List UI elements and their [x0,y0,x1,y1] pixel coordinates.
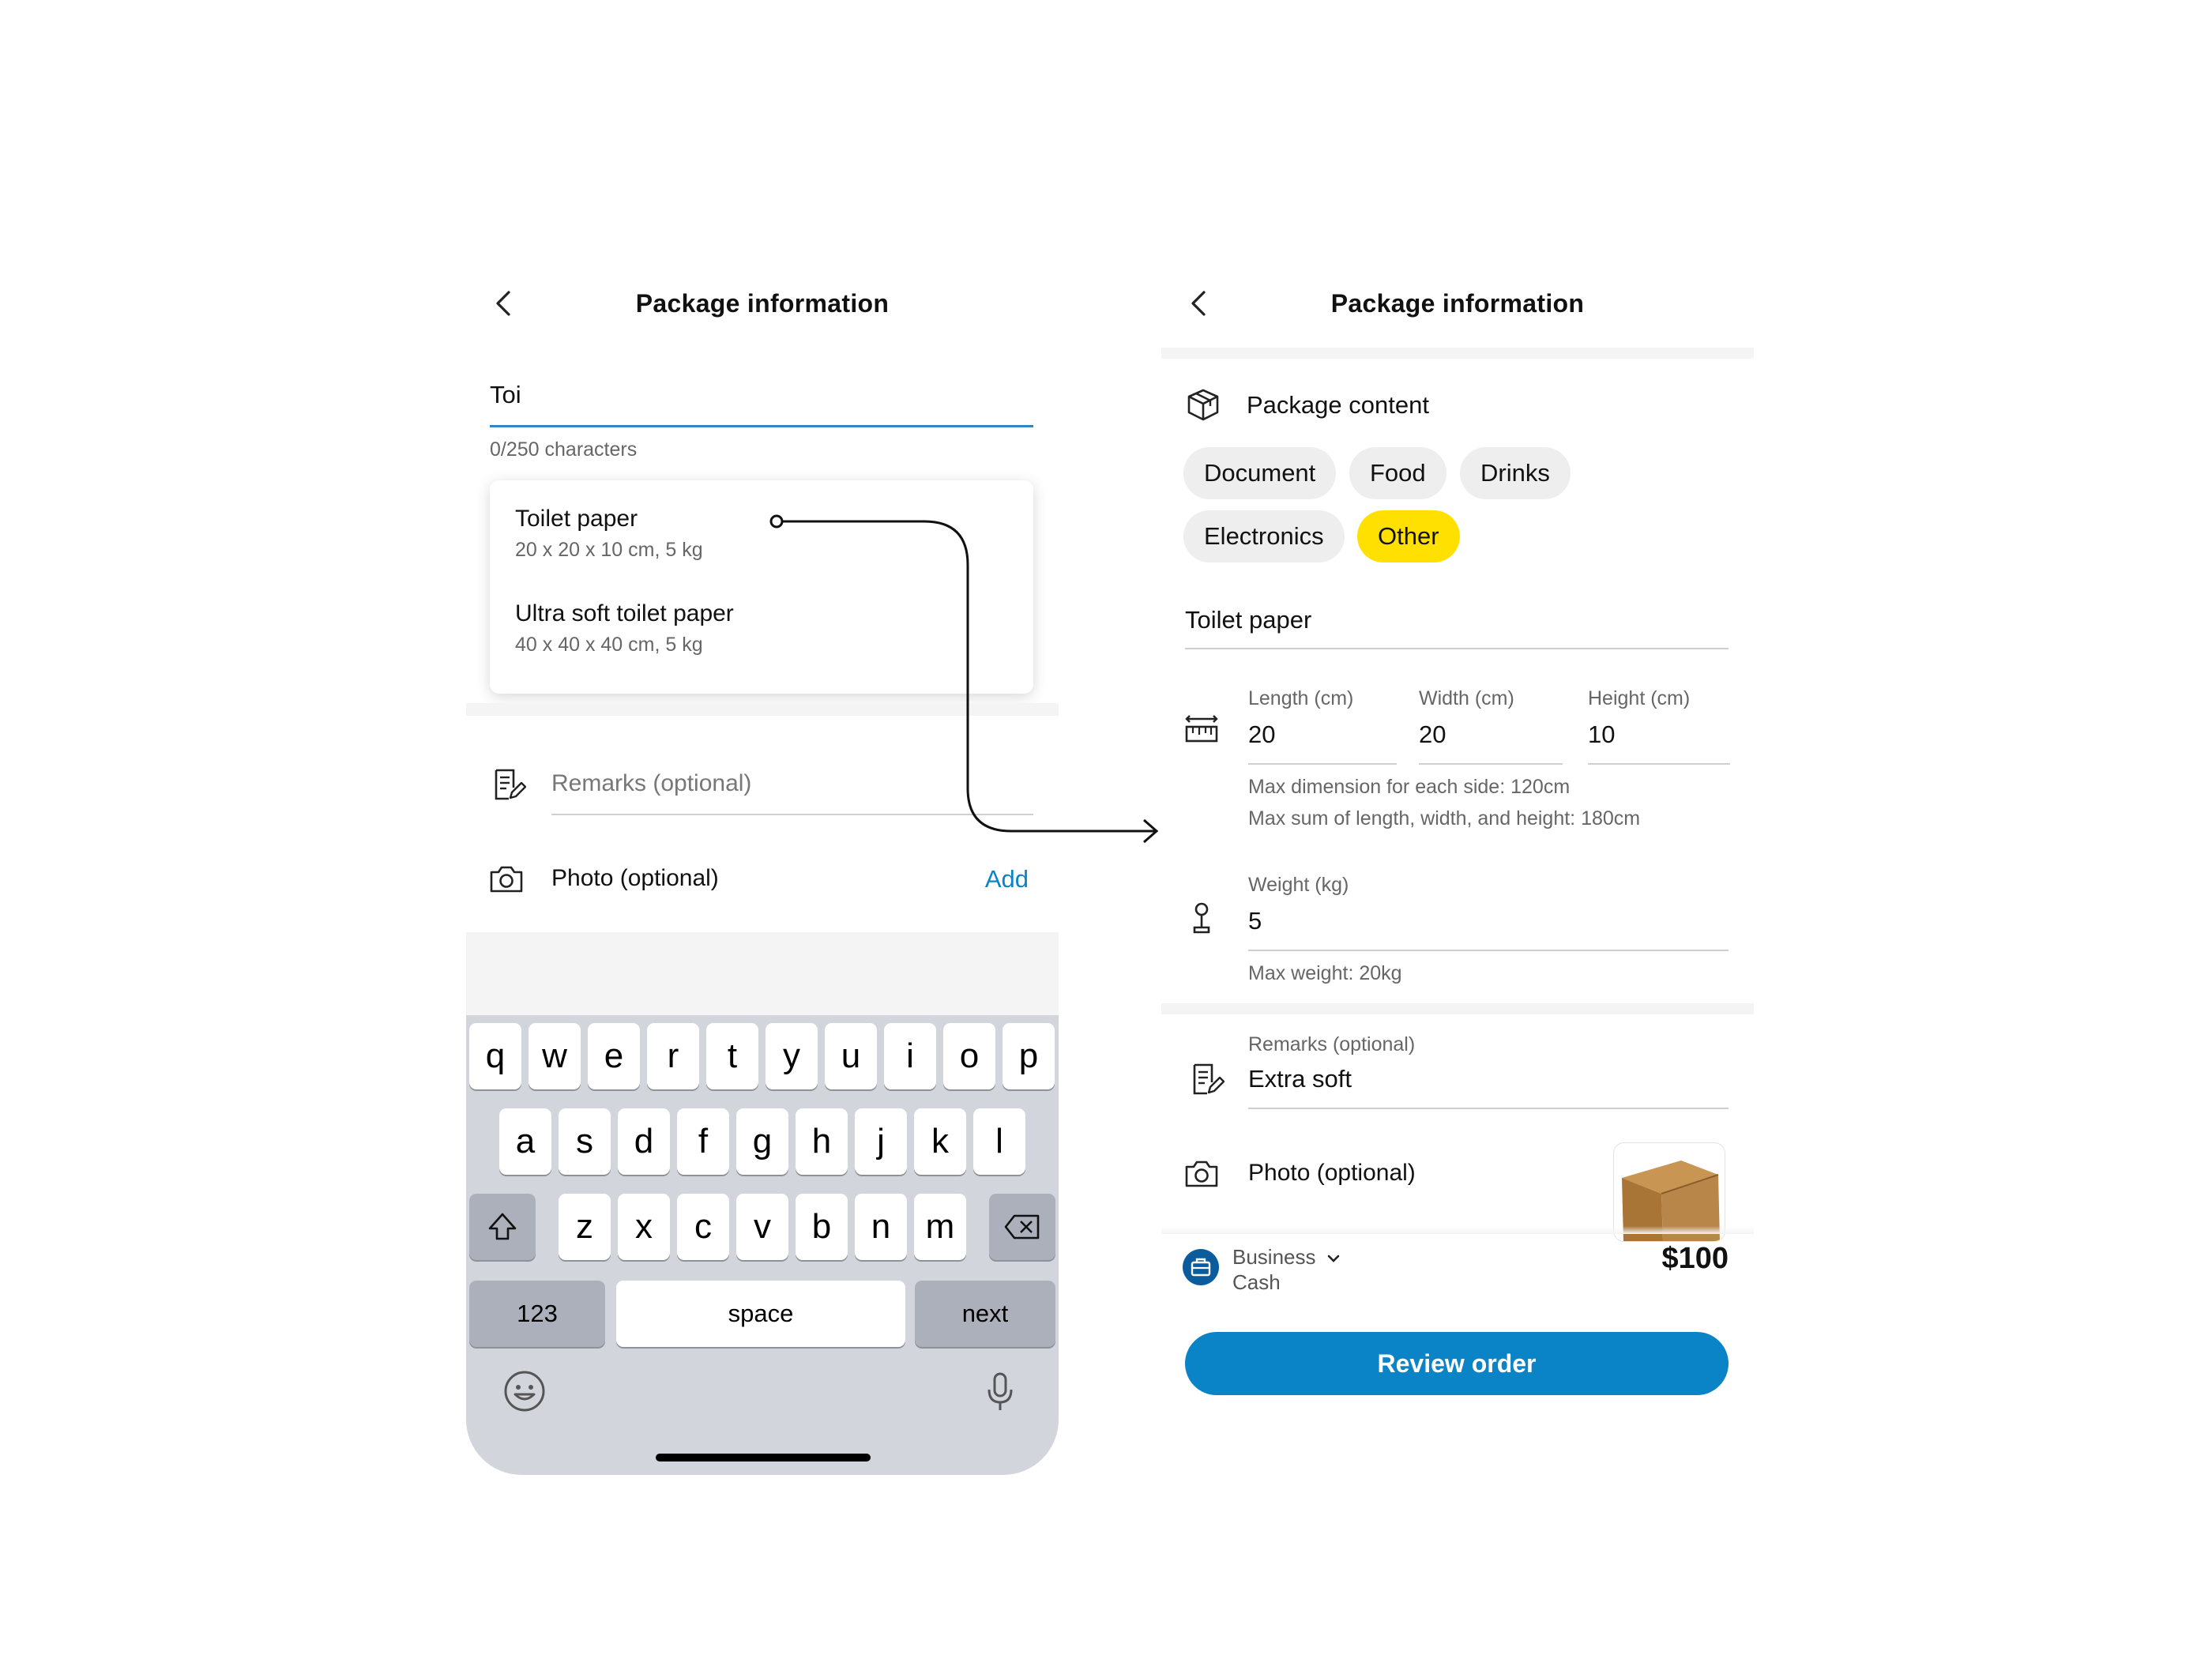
header: Package information [1161,261,1754,348]
dimension-sum-hint: Max sum of length, width, and height: 18… [1248,807,1641,830]
right-phone-screen: Package information Package content Docu… [1161,261,1754,1446]
item-name-input[interactable]: Toilet paper [1185,606,1311,634]
length-underline [1248,763,1397,765]
flow-arrow [769,514,1159,844]
payment-account-selector[interactable]: Business [1232,1245,1341,1270]
item-name-underline [1185,648,1729,649]
dimension-hint: Max dimension for each side: 120cm [1248,776,1571,798]
review-order-button[interactable]: Review order [1185,1332,1729,1395]
height-input[interactable]: 10 [1588,720,1615,749]
remarks-label: Remarks (optional) [1248,1033,1416,1055]
ruler-icon [1185,715,1218,743]
photo-label: Photo (optional) [1248,1160,1416,1186]
section-divider [1161,348,1754,359]
package-content-title: Package content [1247,391,1429,419]
width-input[interactable]: 20 [1419,720,1446,749]
payment-account: Business [1232,1245,1316,1269]
order-price: $100 [1661,1242,1729,1275]
width-label: Width (cm) [1419,687,1514,709]
section-divider [1161,1003,1754,1014]
business-briefcase-icon [1183,1249,1219,1285]
weight-icon [1193,902,1210,934]
payment-method: Cash [1232,1270,1281,1294]
page-title: Package information [1330,289,1585,318]
chip-electronics[interactable]: Electronics [1183,510,1345,562]
chip-document[interactable]: Document [1183,447,1337,499]
remarks-input[interactable]: Extra soft [1248,1065,1352,1093]
notes-icon [1193,1063,1224,1095]
chip-other[interactable]: Other [1357,510,1460,562]
scroll-shadow [1161,1226,1754,1234]
height-underline [1588,763,1730,765]
length-label: Length (cm) [1248,687,1354,709]
camera-icon [1185,1161,1218,1187]
chevron-down-icon [1327,1255,1340,1262]
remarks-underline [1248,1108,1729,1109]
weight-hint: Max weight: 20kg [1248,962,1402,984]
package-icon [1187,389,1219,421]
weight-input[interactable]: 5 [1248,907,1262,935]
weight-underline [1248,950,1729,951]
height-label: Height (cm) [1588,687,1691,709]
chip-drinks[interactable]: Drinks [1460,447,1571,499]
length-input[interactable]: 20 [1248,720,1275,749]
width-underline [1419,763,1563,765]
chip-food[interactable]: Food [1349,447,1446,499]
weight-label: Weight (kg) [1248,874,1349,896]
